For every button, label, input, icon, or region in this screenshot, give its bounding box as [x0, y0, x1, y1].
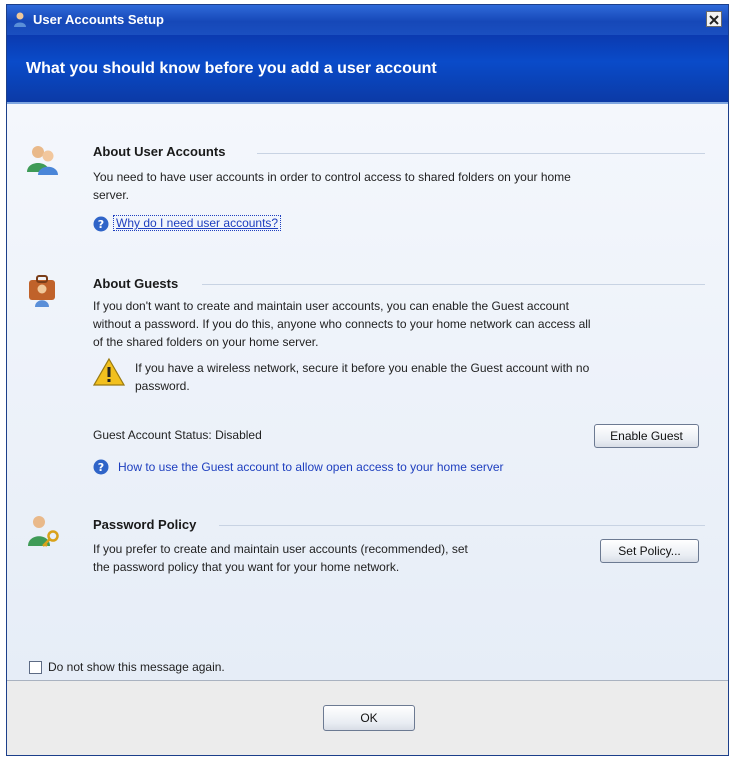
section-text-guests: If you don't want to create and maintain…	[93, 299, 591, 349]
section-heading-guests: About Guests	[93, 276, 179, 291]
window-title: User Accounts Setup	[33, 12, 164, 27]
set-policy-button[interactable]: Set Policy...	[600, 539, 699, 563]
wireless-warning-text: If you have a wireless network, secure i…	[135, 361, 590, 393]
users-icon	[27, 146, 58, 175]
svg-text:?: ?	[98, 461, 104, 474]
section-heading-accounts: About User Accounts	[93, 144, 226, 159]
guest-account-status: Guest Account Status: Disabled	[93, 428, 262, 442]
section-text-password: If you prefer to create and maintain use…	[93, 542, 468, 574]
section-divider	[257, 153, 705, 154]
do-not-show-checkbox[interactable]	[29, 661, 42, 674]
dialog-footer: OK	[7, 680, 728, 755]
header-band: What you should know before you add a us…	[7, 35, 728, 104]
why-user-accounts-link[interactable]: Why do I need user accounts?	[112, 215, 282, 231]
help-icon: ?	[93, 459, 109, 475]
section-text-accounts: You need to have user accounts in order …	[93, 170, 571, 202]
section-heading-password: Password Policy	[93, 517, 197, 532]
do-not-show-label[interactable]: Do not show this message again.	[48, 660, 225, 674]
enable-guest-button[interactable]: Enable Guest	[594, 424, 699, 448]
guest-account-help-link[interactable]: How to use the Guest account to allow op…	[118, 460, 504, 474]
guest-icon	[29, 275, 55, 307]
close-button[interactable]	[706, 11, 722, 27]
user-accounts-icon	[14, 12, 26, 27]
svg-text:?: ?	[98, 218, 104, 231]
help-icon: ?	[93, 216, 109, 232]
header-title: What you should know before you add a us…	[26, 60, 437, 77]
user-accounts-setup-window: User Accounts Setup What you should know…	[6, 4, 729, 756]
ok-button[interactable]: OK	[323, 705, 415, 731]
user-key-icon	[28, 516, 59, 547]
close-icon	[709, 15, 719, 25]
title-bar[interactable]: User Accounts Setup	[7, 5, 728, 35]
warning-icon	[93, 357, 125, 386]
section-divider	[202, 284, 705, 285]
content-area: About User Accounts You need to have use…	[7, 104, 728, 680]
section-divider	[219, 525, 705, 526]
